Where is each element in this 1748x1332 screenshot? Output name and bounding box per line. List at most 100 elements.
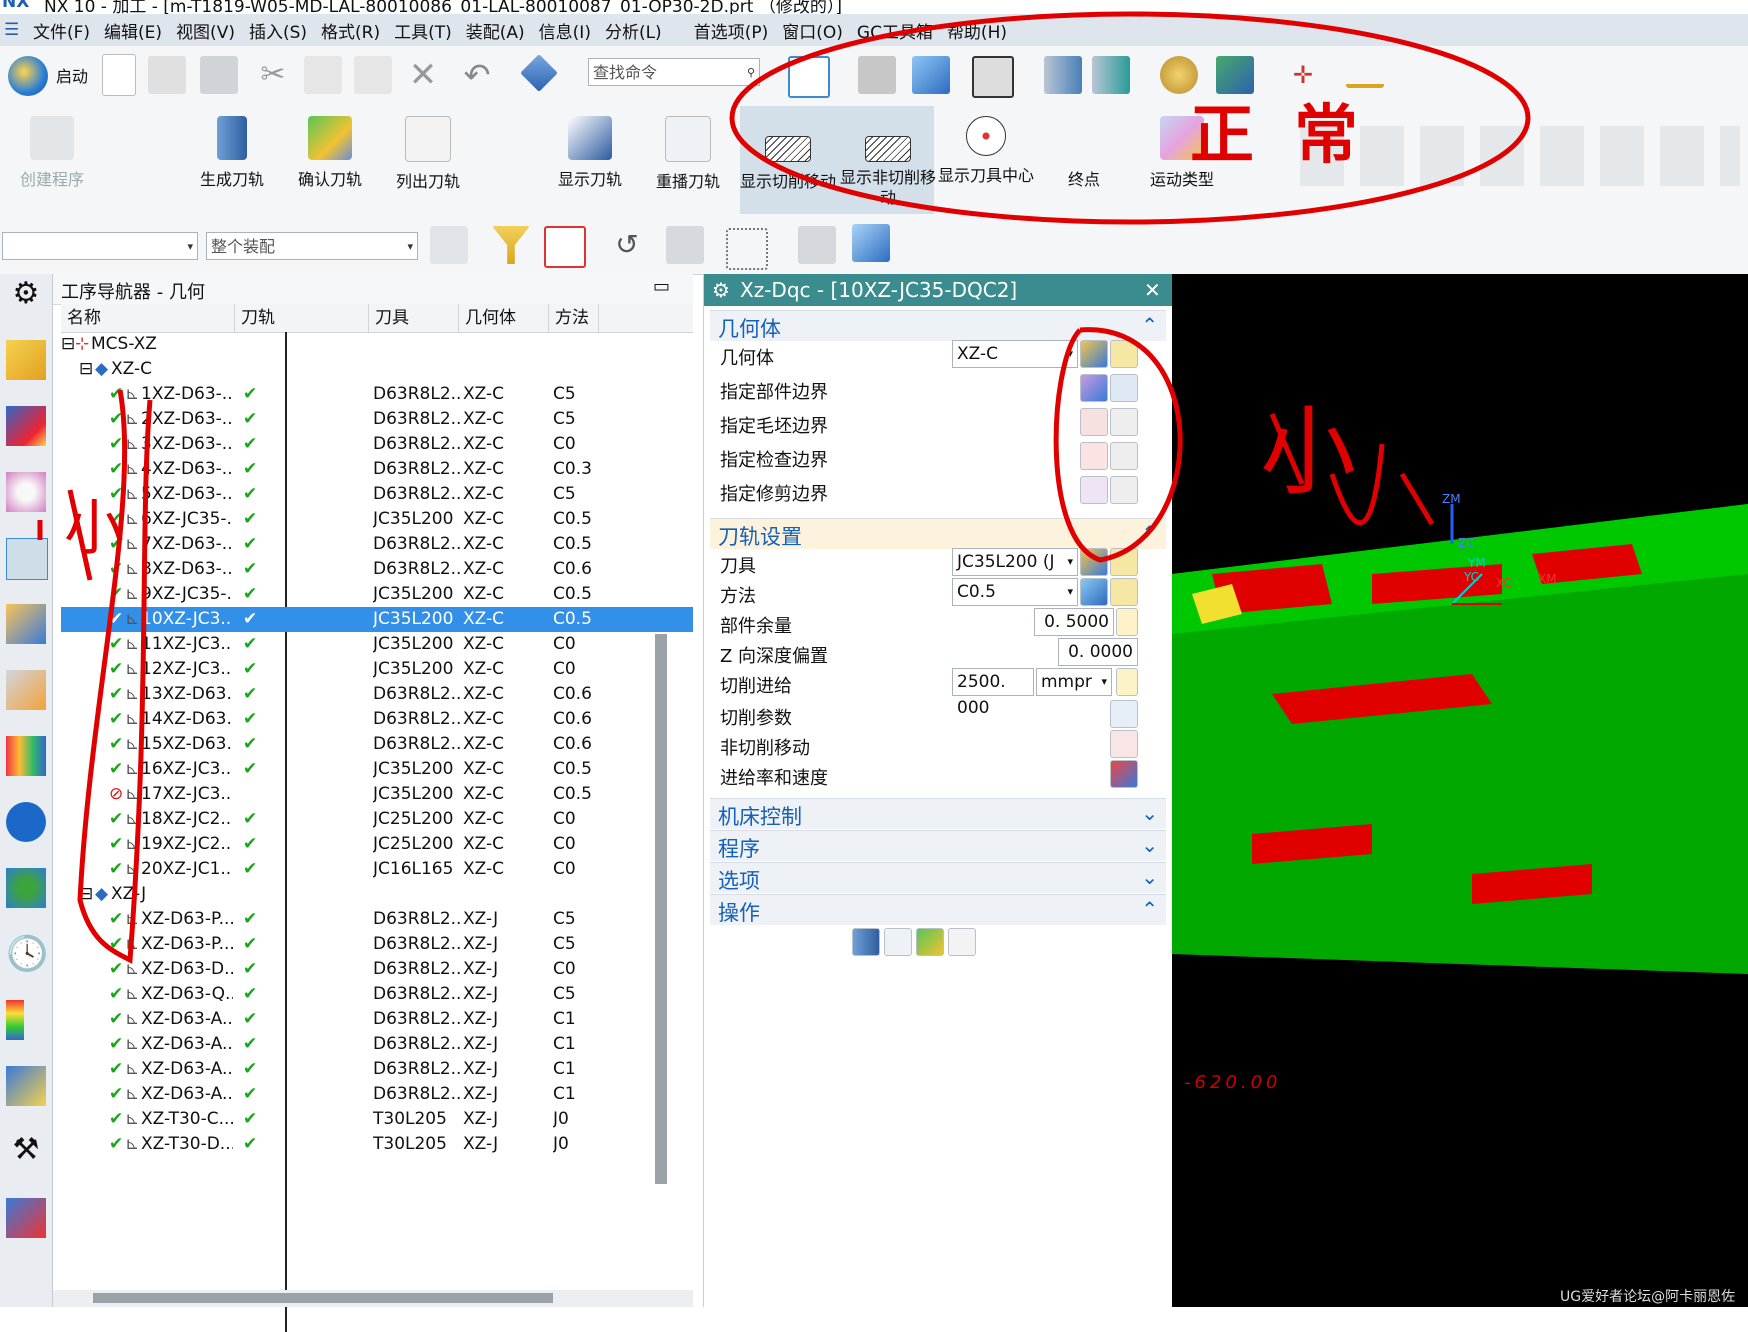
part-stock-input[interactable]: 0. 5000 bbox=[1034, 608, 1114, 636]
menu-assembly[interactable]: 装配(A) bbox=[459, 18, 532, 43]
table-row[interactable]: ✔ ⊾ 10XZ-JC3... JC35L200 XZ-C C0.5 ✔ bbox=[61, 607, 693, 632]
menu-info[interactable]: 信息(I) bbox=[532, 18, 598, 43]
menu-edit[interactable]: 编辑(E) bbox=[97, 18, 169, 43]
new-file-icon[interactable] bbox=[102, 54, 136, 96]
collapse-icon[interactable]: ⊟ bbox=[79, 882, 93, 907]
new-geometry-icon[interactable] bbox=[1080, 340, 1108, 368]
table-row[interactable]: ✔ ⊾ 9XZ-JC35-... JC35L200 XZ-C C0.5 ✔ bbox=[61, 582, 693, 607]
binoculars-icon[interactable] bbox=[666, 226, 704, 264]
table-row[interactable]: ✔ ⊾ 5XZ-D63-... D63R8L2... XZ-C C5 ✔ bbox=[61, 482, 693, 507]
show-toolpath-button[interactable]: 显示刀轨 bbox=[538, 110, 642, 190]
geometry-view-icon[interactable] bbox=[6, 472, 46, 512]
delete-icon[interactable]: ✕ bbox=[404, 56, 442, 94]
palette-roles-icon[interactable] bbox=[6, 1000, 24, 1040]
section-options[interactable]: 选项 ⌄ bbox=[710, 862, 1166, 893]
orient-view-icon[interactable] bbox=[858, 56, 896, 94]
part-navigator-icon[interactable] bbox=[6, 604, 46, 644]
rotate-icon[interactable]: ↺ bbox=[608, 226, 646, 264]
table-row[interactable]: ✔ ⊾ 18XZ-JC2... JC25L200 XZ-C C0 ✔ bbox=[61, 807, 693, 832]
reuse-library-icon[interactable] bbox=[6, 1198, 46, 1238]
menu-insert[interactable]: 插入(S) bbox=[242, 18, 314, 43]
copy-icon[interactable] bbox=[304, 56, 342, 94]
table-row[interactable]: ✔ ⊾ 3XZ-D63-... D63R8L2... XZ-C C0 ✔ bbox=[61, 432, 693, 457]
feed-unit-select[interactable]: mmpr ▾ bbox=[1036, 668, 1112, 696]
section-path-settings[interactable]: 刀轨设置 ⌃ bbox=[710, 518, 1166, 549]
save-icon[interactable] bbox=[200, 56, 238, 94]
table-row[interactable]: ✔ ⊾ XZ-D63-P... D63R8L2... XZ-J C5 ✔ bbox=[61, 932, 693, 957]
tree-group[interactable]: ⊟ ◆ XZ-J bbox=[61, 882, 693, 907]
method-view-icon[interactable] bbox=[6, 538, 48, 580]
endpoint-button[interactable]: 终点 bbox=[1032, 110, 1136, 190]
list-action-icon[interactable] bbox=[948, 928, 976, 956]
menu-window[interactable]: 窗口(O) bbox=[775, 18, 850, 43]
start-button[interactable]: 启动 bbox=[56, 63, 88, 87]
table-row[interactable]: ✔ ⊾ XZ-D63-A... D63R8L2... XZ-J C1 ✔ bbox=[61, 1032, 693, 1057]
menu-help[interactable]: 帮助(H) bbox=[940, 18, 1014, 43]
menu-gc-toolbox[interactable]: GC工具箱 bbox=[850, 18, 940, 43]
rectangle-select-icon[interactable] bbox=[726, 228, 768, 270]
blank-boundary-icon[interactable] bbox=[1080, 408, 1108, 436]
new-method-icon[interactable] bbox=[1080, 578, 1108, 606]
table-row[interactable]: ✔ ⊾ XZ-T30-D... T30L205 XZ-J J0 ✔ bbox=[61, 1132, 693, 1157]
col-tool[interactable]: 刀具 bbox=[369, 304, 459, 332]
table-row[interactable]: ⊘ ⊾ 17XZ-JC3... JC35L200 XZ-C C0.5 bbox=[61, 782, 693, 807]
table-row[interactable]: ✔ ⊾ 2XZ-D63-... D63R8L2... XZ-C C5 ✔ bbox=[61, 407, 693, 432]
web-browser-icon[interactable] bbox=[6, 868, 46, 908]
paste-icon[interactable] bbox=[354, 56, 392, 94]
history-clock-icon[interactable]: 🕓 bbox=[6, 934, 48, 974]
view-cube-icon[interactable] bbox=[852, 224, 890, 262]
tools-hammer-icon[interactable]: ⚒ bbox=[6, 1132, 46, 1172]
lock-icon[interactable] bbox=[1116, 608, 1138, 636]
table-row[interactable]: ✔ ⊾ 7XZ-D63-... D63R8L2... XZ-C C0.5 ✔ bbox=[61, 532, 693, 557]
table-row[interactable]: ✔ ⊾ 6XZ-JC35-... JC35L200 XZ-C C0.5 ✔ bbox=[61, 507, 693, 532]
fit-view-icon[interactable] bbox=[788, 56, 830, 98]
part-boundary-flashlight-icon[interactable] bbox=[1110, 374, 1138, 402]
scope-select[interactable]: 整个装配 ▾ bbox=[206, 232, 418, 260]
start-icon[interactable] bbox=[8, 56, 48, 96]
table-row[interactable]: ✔ ⊾ XZ-D63-Q... D63R8L2... XZ-J C5 ✔ bbox=[61, 982, 693, 1007]
process-studio-icon[interactable] bbox=[6, 1066, 46, 1106]
collapse-icon[interactable]: ⊟ bbox=[79, 357, 93, 382]
show-cutting-moves-button[interactable]: 显示切削移动 bbox=[736, 110, 840, 192]
section-actions[interactable]: 操作 ⌃ bbox=[710, 894, 1166, 925]
menu-view[interactable]: 视图(V) bbox=[169, 18, 242, 43]
col-method[interactable]: 方法 bbox=[549, 304, 599, 332]
table-row[interactable]: ✔ ⊾ 12XZ-JC3... JC35L200 XZ-C C0 ✔ bbox=[61, 657, 693, 682]
edit-tool-wrench-icon[interactable] bbox=[1110, 548, 1138, 576]
geometry-select[interactable]: XZ-C ▾ bbox=[952, 340, 1078, 368]
table-row[interactable]: ✔ ⊾ XZ-D63-D... D63R8L2... XZ-J C0 ✔ bbox=[61, 957, 693, 982]
table-row[interactable]: ✔ ⊾ 1XZ-D63-... D63R8L2... XZ-C C5 ✔ bbox=[61, 382, 693, 407]
maximize-icon[interactable]: ▭ bbox=[653, 276, 670, 297]
table-row[interactable]: ✔ ⊾ XZ-D63-A... D63R8L2... XZ-J C1 ✔ bbox=[61, 1082, 693, 1107]
menu-analysis[interactable]: 分析(L) bbox=[598, 18, 669, 43]
section-program[interactable]: 程序 ⌄ bbox=[710, 830, 1166, 861]
col-name[interactable]: 名称 bbox=[61, 304, 235, 332]
selection-filter-icon[interactable] bbox=[544, 226, 586, 268]
show-tool-center-button[interactable]: 显示刀具中心 bbox=[934, 110, 1038, 186]
table-row[interactable]: ✔ ⊾ 16XZ-JC3... JC35L200 XZ-C C0.5 ✔ bbox=[61, 757, 693, 782]
section-machine-control[interactable]: 机床控制 ⌄ bbox=[710, 798, 1166, 829]
clip-section-icon[interactable] bbox=[1092, 56, 1130, 94]
graphics-viewport[interactable]: ZM ZC YM YC XC XM -620.00 UG爱好者论坛@阿卡丽恩佐斯 bbox=[1172, 274, 1748, 1307]
search-command-input[interactable]: 查找命令 ⚲ bbox=[588, 58, 760, 86]
edit-geometry-wrench-icon[interactable] bbox=[1110, 340, 1138, 368]
program-order-icon[interactable] bbox=[6, 340, 46, 380]
command-finder-icon[interactable] bbox=[520, 54, 558, 92]
table-row[interactable]: ✔ ⊾ 11XZ-JC3... JC35L200 XZ-C C0 ✔ bbox=[61, 632, 693, 657]
verify-toolpath-button[interactable]: 确认刀轨 bbox=[278, 110, 382, 190]
table-row[interactable]: ✔ ⊾ 14XZ-D63... D63R8L2... XZ-C C0.6 ✔ bbox=[61, 707, 693, 732]
tree-group[interactable]: ⊟ ◆ XZ-C bbox=[61, 357, 693, 382]
menu-tools[interactable]: 工具(T) bbox=[387, 18, 459, 43]
tree-root[interactable]: ⊟ ⊹ MCS-XZ bbox=[61, 332, 693, 357]
table-row[interactable]: ✔ ⊾ XZ-D63-P... D63R8L2... XZ-J C5 ✔ bbox=[61, 907, 693, 932]
horizontal-scrollbar[interactable] bbox=[53, 1290, 693, 1307]
feeds-speeds-icon[interactable] bbox=[1110, 760, 1138, 788]
table-row[interactable]: ✔ ⊾ XZ-D63-A... D63R8L2... XZ-J C1 ✔ bbox=[61, 1057, 693, 1082]
col-geometry[interactable]: 几何体 bbox=[459, 304, 549, 332]
section-geometry[interactable]: 几何体 ⌃ bbox=[710, 310, 1166, 341]
table-row[interactable]: ✔ ⊾ 13XZ-D63... D63R8L2... XZ-C C0.6 ✔ bbox=[61, 682, 693, 707]
list-toolpath-button[interactable]: 列出刀轨 bbox=[376, 110, 480, 192]
menu-preferences[interactable]: 首选项(P) bbox=[687, 18, 776, 43]
show-noncutting-moves-button[interactable]: 显示非切削移动 bbox=[836, 110, 940, 208]
new-tool-icon[interactable] bbox=[1080, 548, 1108, 576]
